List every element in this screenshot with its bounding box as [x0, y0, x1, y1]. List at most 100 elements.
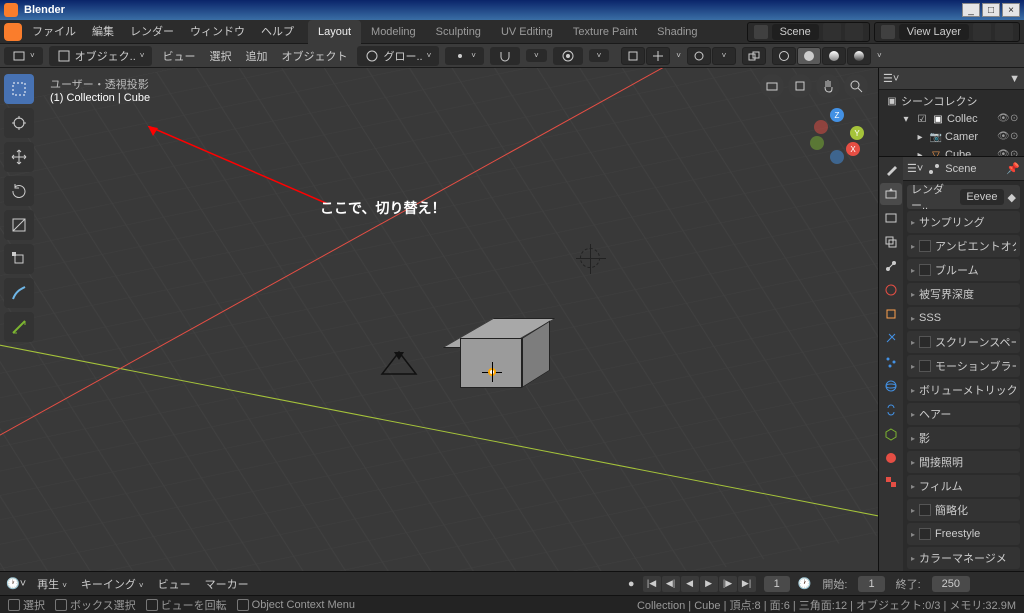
outliner-item-camera[interactable]: ▸ 📷 Camer 👁⊙	[881, 128, 1022, 146]
proptab-modifier[interactable]	[880, 327, 902, 349]
overlays-toggle[interactable]	[687, 47, 711, 65]
visibility-icon[interactable]: 👁	[997, 113, 1009, 125]
gizmo-nz[interactable]	[830, 150, 844, 164]
overlays-dropdown[interactable]: ˅	[712, 47, 736, 65]
render-engine-dropdown[interactable]: Eevee	[960, 189, 1003, 205]
keyframe-icon[interactable]: ◆	[1008, 191, 1016, 204]
keyframe-next-icon[interactable]: |▶	[719, 576, 737, 592]
view-menu[interactable]: ビュー	[158, 48, 199, 64]
panel-0[interactable]: ▸サンプリング	[907, 211, 1020, 233]
gizmo-z[interactable]: Z	[830, 108, 844, 122]
proptab-scene[interactable]	[880, 255, 902, 277]
proportional-toggle[interactable]	[553, 47, 583, 65]
panel-3[interactable]: ▸被写界深度	[907, 283, 1020, 305]
blender-logo-icon[interactable]	[4, 23, 22, 41]
play-reverse-icon[interactable]: ◀	[681, 576, 699, 592]
tool-move[interactable]	[4, 142, 34, 172]
panel-9[interactable]: ▸影	[907, 427, 1020, 449]
camera-object[interactable]	[380, 348, 418, 376]
scene-new-icon[interactable]	[823, 23, 841, 41]
nav-orientation-gizmo[interactable]: Z Y X	[808, 108, 864, 164]
gizmo-y[interactable]: Y	[850, 126, 864, 140]
outliner-type-icon[interactable]: ☰˅	[883, 72, 899, 85]
xray-toggle[interactable]	[742, 47, 766, 65]
select-visibility-toggle[interactable]	[621, 47, 645, 65]
proptab-physics[interactable]	[880, 375, 902, 397]
menu-window[interactable]: ウィンドウ	[184, 20, 251, 44]
gizmo-x[interactable]: X	[846, 142, 860, 156]
panel-7[interactable]: ▸ボリューメトリック	[907, 379, 1020, 401]
panel-14[interactable]: ▸カラーマネージメ	[907, 547, 1020, 569]
shading-rendered[interactable]	[847, 47, 871, 65]
panel-6[interactable]: ▸モーションブラー	[907, 355, 1020, 377]
viewlayer-delete-icon[interactable]	[995, 23, 1013, 41]
proptab-viewlayer[interactable]	[880, 231, 902, 253]
proptab-data[interactable]	[880, 423, 902, 445]
panel-8[interactable]: ▸ヘアー	[907, 403, 1020, 425]
visibility-icon[interactable]: 👁	[997, 131, 1009, 143]
outliner-filter-icon[interactable]: ▼	[1009, 73, 1020, 85]
start-frame-field[interactable]: 1	[858, 576, 884, 592]
scene-delete-icon[interactable]	[845, 23, 863, 41]
panel-11[interactable]: ▸フィルム	[907, 475, 1020, 497]
end-frame-field[interactable]: 250	[932, 576, 970, 592]
menu-edit[interactable]: 編集	[86, 20, 120, 44]
orientation-dropdown[interactable]: グロー.. ˅	[357, 46, 439, 66]
light-object[interactable]	[580, 248, 600, 268]
tool-transform[interactable]	[4, 244, 34, 274]
disable-icon[interactable]: ⊙	[1010, 113, 1022, 125]
chevron-right-icon[interactable]: ▸	[913, 148, 927, 157]
tab-modeling[interactable]: Modeling	[361, 20, 426, 44]
tool-scale[interactable]	[4, 210, 34, 240]
pivot-dropdown[interactable]: ˅	[445, 47, 484, 65]
outliner-item-cube[interactable]: ▸ ▽ Cube 👁⊙	[881, 146, 1022, 157]
jump-start-icon[interactable]: |◀	[643, 576, 661, 592]
viewlayer-new-icon[interactable]	[973, 23, 991, 41]
proptab-particle[interactable]	[880, 351, 902, 373]
timeline-playback-menu[interactable]: 再生 ˅	[34, 576, 70, 592]
proptab-constraint[interactable]	[880, 399, 902, 421]
proptab-texture[interactable]	[880, 471, 902, 493]
menu-file[interactable]: ファイル	[26, 20, 82, 44]
timeline-view-menu[interactable]: ビュー	[155, 576, 194, 592]
gizmo-toggle[interactable]	[646, 47, 670, 65]
tool-cursor[interactable]	[4, 108, 34, 138]
add-menu[interactable]: 追加	[241, 48, 271, 64]
mode-selector[interactable]: オブジェク.. ˅	[49, 46, 153, 66]
timeline-keying-menu[interactable]: キーイング ˅	[78, 576, 147, 592]
snap-dropdown[interactable]: ˅	[526, 49, 547, 62]
pin-icon[interactable]: 📌	[1006, 162, 1020, 175]
panel-checkbox[interactable]	[919, 240, 931, 252]
select-menu[interactable]: 選択	[205, 48, 235, 64]
autokey-toggle[interactable]: ●	[628, 578, 635, 590]
panel-4[interactable]: ▸SSS	[907, 307, 1020, 329]
proptab-tool[interactable]	[880, 159, 902, 181]
tab-texturepaint[interactable]: Texture Paint	[563, 20, 647, 44]
outliner-collection[interactable]: ▾ ☑ ▣ Collec 👁⊙	[881, 110, 1022, 128]
panel-10[interactable]: ▸間接照明	[907, 451, 1020, 473]
tab-uvediting[interactable]: UV Editing	[491, 20, 563, 44]
panel-checkbox[interactable]	[919, 504, 931, 516]
keyframe-prev-icon[interactable]: ◀|	[662, 576, 680, 592]
scene-breadcrumb-label[interactable]: Scene	[945, 163, 976, 175]
play-icon[interactable]: ▶	[700, 576, 718, 592]
panel-checkbox[interactable]	[919, 360, 931, 372]
maximize-button[interactable]: □	[982, 3, 1000, 17]
tab-shading[interactable]: Shading	[647, 20, 707, 44]
gizmo-ny[interactable]	[810, 136, 824, 150]
proptab-object[interactable]	[880, 303, 902, 325]
object-menu[interactable]: オブジェクト	[277, 48, 351, 64]
gizmo-nx[interactable]	[814, 120, 828, 134]
proptab-output[interactable]	[880, 207, 902, 229]
tab-layout[interactable]: Layout	[308, 20, 361, 44]
nav-projection-icon[interactable]	[788, 74, 812, 98]
menu-help[interactable]: ヘルプ	[255, 20, 300, 44]
checkbox-icon[interactable]: ☑	[915, 112, 929, 126]
timeline-type-icon[interactable]: 🕐˅	[6, 577, 26, 590]
panel-2[interactable]: ▸ブルーム	[907, 259, 1020, 281]
current-frame-field[interactable]: 1	[764, 576, 790, 592]
nav-pan-icon[interactable]	[816, 74, 840, 98]
panel-checkbox[interactable]	[919, 336, 931, 348]
visibility-icon[interactable]: 👁	[997, 149, 1009, 157]
3d-viewport[interactable]: ユーザー・透視投影 (1) Collection | Cube ここで、切り替え…	[0, 68, 878, 571]
